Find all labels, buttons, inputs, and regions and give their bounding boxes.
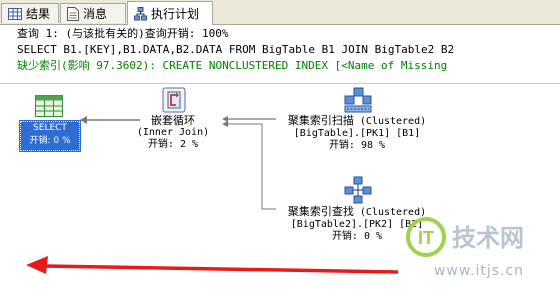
tab-execution-plan-label: 执行计划	[151, 7, 200, 21]
nested-loops-icon[interactable]	[162, 87, 186, 117]
plan-diagram: SELECT 开销: 0 % 嵌套循环 (Inner Join) 开销: 2 %…	[0, 84, 560, 299]
clustered-index-seek-icon[interactable]	[343, 176, 373, 208]
query-sql-line: SELECT B1.[KEY],B1.DATA,B2.DATA FROM Big…	[17, 43, 455, 56]
watermark-logo: IT 技术网	[406, 217, 524, 257]
clustered-index-seek-name: 聚集索引查找	[287, 205, 354, 218]
connector-arrowhead	[80, 116, 87, 124]
connector-seek-loop	[226, 123, 276, 210]
grid-icon	[8, 7, 22, 20]
plan-header: 查询 1: (与该批有关的)查询开销: 100% SELECT B1.[KEY]…	[0, 25, 560, 84]
message-icon	[67, 6, 79, 21]
tab-execution-plan[interactable]: 执行计划	[127, 1, 213, 25]
red-arrow-head	[26, 256, 48, 274]
watermark-brand-glyph: IT	[418, 228, 434, 248]
tab-results[interactable]: 结果	[1, 3, 59, 23]
clustered-index-scan-name: 聚集索引扫描	[287, 114, 354, 127]
site-watermark: IT 技术网 www.itjs.cn	[404, 213, 554, 293]
watermark-brand-text: 技术网	[452, 224, 524, 252]
query-cost-line: 查询 1: (与该批有关的)查询开销: 100%	[17, 27, 229, 40]
clustered-index-scan-object: [BigTable].[PK1] [B1]	[293, 128, 421, 139]
execution-plan-icon	[134, 6, 147, 21]
nested-loops-caption: 嵌套循环 (Inner Join) 开销: 2 %	[118, 115, 228, 151]
missing-index-line[interactable]: 缺少索引(影响 97.3602): CREATE NONCLUSTERED IN…	[17, 59, 447, 73]
clustered-index-scan-cost: 开销: 98 %	[328, 140, 386, 151]
select-node-cost: 开销: 0 %	[29, 136, 71, 146]
nested-loops-cost: 开销: 2 %	[147, 139, 199, 150]
nested-loops-name: 嵌套循环	[151, 114, 195, 127]
clustered-index-scan-caption: 聚集索引扫描 (Clustered) [BigTable].[PK1] [B1]…	[270, 115, 444, 152]
clustered-index-scan-suffix: (Clustered)	[359, 116, 427, 127]
select-node-label[interactable]: SELECT 开销: 0 %	[19, 120, 81, 152]
tab-bar: 结果 消息 执行计划	[0, 0, 560, 25]
select-node-title: SELECT	[33, 123, 67, 133]
tab-results-label: 结果	[26, 7, 51, 21]
tab-messages-label: 消息	[83, 7, 108, 21]
red-arrow-line	[43, 264, 399, 274]
select-table-icon[interactable]	[35, 95, 63, 121]
tab-messages[interactable]: 消息	[60, 3, 126, 23]
watermark-url: www.itjs.cn	[433, 263, 525, 279]
nested-loops-join-type: (Inner Join)	[136, 127, 210, 138]
